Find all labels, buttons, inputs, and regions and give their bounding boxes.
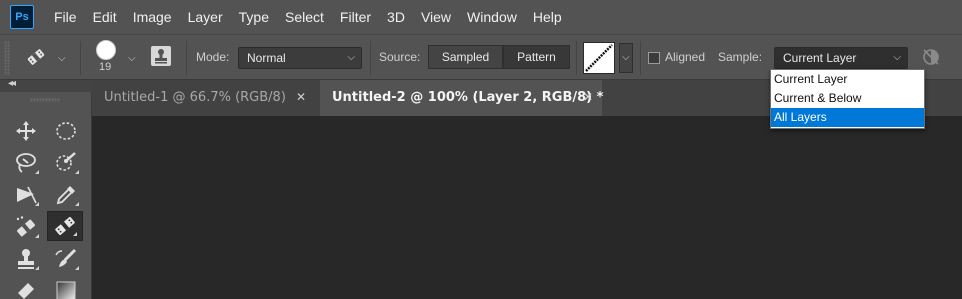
chevron-down-icon[interactable]: ⌵ [128, 53, 136, 64]
patch-tool-icon [27, 49, 45, 65]
collapse-panel-icon[interactable]: ◂◂ [8, 78, 16, 89]
eraser-tool[interactable] [8, 276, 44, 299]
sample-label: Sample: [718, 50, 763, 64]
tab-untitled-1[interactable]: Untitled-1 @ 66.7% (RGB/8) [92, 80, 320, 116]
source-pattern-button[interactable]: Pattern [503, 45, 570, 69]
menu-filter[interactable]: Filter [332, 0, 379, 34]
divider [80, 41, 81, 75]
tools-panel-grip[interactable] [30, 98, 60, 102]
chevron-down-icon[interactable]: ⌵ [58, 53, 66, 64]
menu-image[interactable]: Image [125, 0, 180, 34]
lasso-tool[interactable] [8, 148, 44, 178]
history-brush-tool[interactable] [48, 244, 84, 274]
gradient-tool[interactable] [48, 276, 84, 299]
ignore-adjustment-layers-icon [923, 49, 939, 65]
move-icon [16, 121, 36, 141]
options-bar-grip[interactable] [4, 41, 10, 75]
tools-panel: ◂◂ [0, 78, 92, 299]
sample-select-value: Current Layer [783, 51, 857, 65]
tools-panel-header: ◂◂ [0, 78, 92, 92]
patch-tool[interactable] [47, 211, 83, 241]
aligned-label: Aligned [665, 50, 706, 64]
mode-label: Mode: [196, 50, 230, 64]
menu-view[interactable]: View [413, 0, 459, 34]
menu-edit[interactable]: Edit [85, 0, 125, 34]
clone-source-panel-toggle[interactable] [150, 45, 172, 67]
eyedropper-tool[interactable] [48, 180, 84, 210]
ignore-adjustment-layers-toggle[interactable] [920, 46, 942, 68]
pattern-swatch-icon [585, 44, 613, 72]
pattern-picker[interactable] [583, 42, 615, 74]
crop-tool[interactable] [8, 180, 44, 210]
tool-preset-picker[interactable] [24, 45, 52, 71]
brush-size-value: 19 [99, 61, 112, 73]
photoshop-logo-icon[interactable]: Ps [10, 5, 34, 29]
clone-stamp-tool[interactable] [8, 244, 44, 274]
tab-untitled-2[interactable]: Untitled-2 @ 100% (Layer 2, RGB/8) * [320, 80, 604, 116]
aligned-checkbox[interactable] [648, 52, 660, 64]
menu-3d[interactable]: 3D [379, 0, 413, 34]
chevron-down-icon: ⌵ [622, 52, 630, 63]
tab-title: Untitled-1 @ 66.7% (RGB/8) [104, 90, 286, 105]
brush-preview-icon[interactable] [96, 40, 116, 60]
chevron-down-icon: ⌵ [347, 52, 355, 63]
sample-option-current-layer[interactable]: Current Layer [771, 70, 924, 89]
clone-source-icon [151, 46, 171, 66]
source-sampled-button[interactable]: Sampled [428, 45, 503, 69]
menu-layer[interactable]: Layer [180, 0, 231, 34]
chevron-down-icon: ⌵ [893, 52, 901, 63]
menu-help[interactable]: Help [525, 0, 570, 34]
divider [640, 41, 641, 75]
menu-file[interactable]: File [46, 0, 85, 34]
divider [186, 41, 187, 75]
quick-selection-tool[interactable] [48, 148, 84, 178]
menu-type[interactable]: Type [231, 0, 277, 34]
ellipse-marquee-icon [56, 122, 76, 140]
pattern-picker-dropdown[interactable]: ⌵ [619, 43, 633, 73]
source-label: Source: [379, 50, 421, 64]
move-tool[interactable] [8, 116, 44, 146]
menu-bar: Ps File Edit Image Layer Type Select Fil… [0, 0, 962, 34]
spot-healing-tool[interactable] [8, 212, 44, 242]
menu-window[interactable]: Window [459, 0, 525, 34]
mode-select[interactable]: Normal ⌵ [238, 47, 362, 69]
close-icon[interactable]: ✕ [583, 80, 593, 114]
divider [370, 41, 371, 75]
close-icon[interactable]: ✕ [296, 80, 306, 114]
sample-option-all-layers[interactable]: All Layers [771, 108, 924, 127]
sample-dropdown-list: Current Layer Current & Below All Layers [770, 69, 925, 129]
sample-option-current-and-below[interactable]: Current & Below [771, 89, 924, 108]
mode-select-value: Normal [247, 51, 286, 65]
gradient-icon [56, 281, 76, 299]
document-canvas[interactable] [92, 116, 962, 299]
eraser-icon [18, 283, 34, 299]
menu-select[interactable]: Select [277, 0, 332, 34]
divider [576, 41, 577, 75]
tab-title: Untitled-2 @ 100% (Layer 2, RGB/8) * [332, 90, 604, 105]
elliptical-marquee-tool[interactable] [48, 116, 84, 146]
sample-select[interactable]: Current Layer ⌵ [774, 47, 908, 69]
